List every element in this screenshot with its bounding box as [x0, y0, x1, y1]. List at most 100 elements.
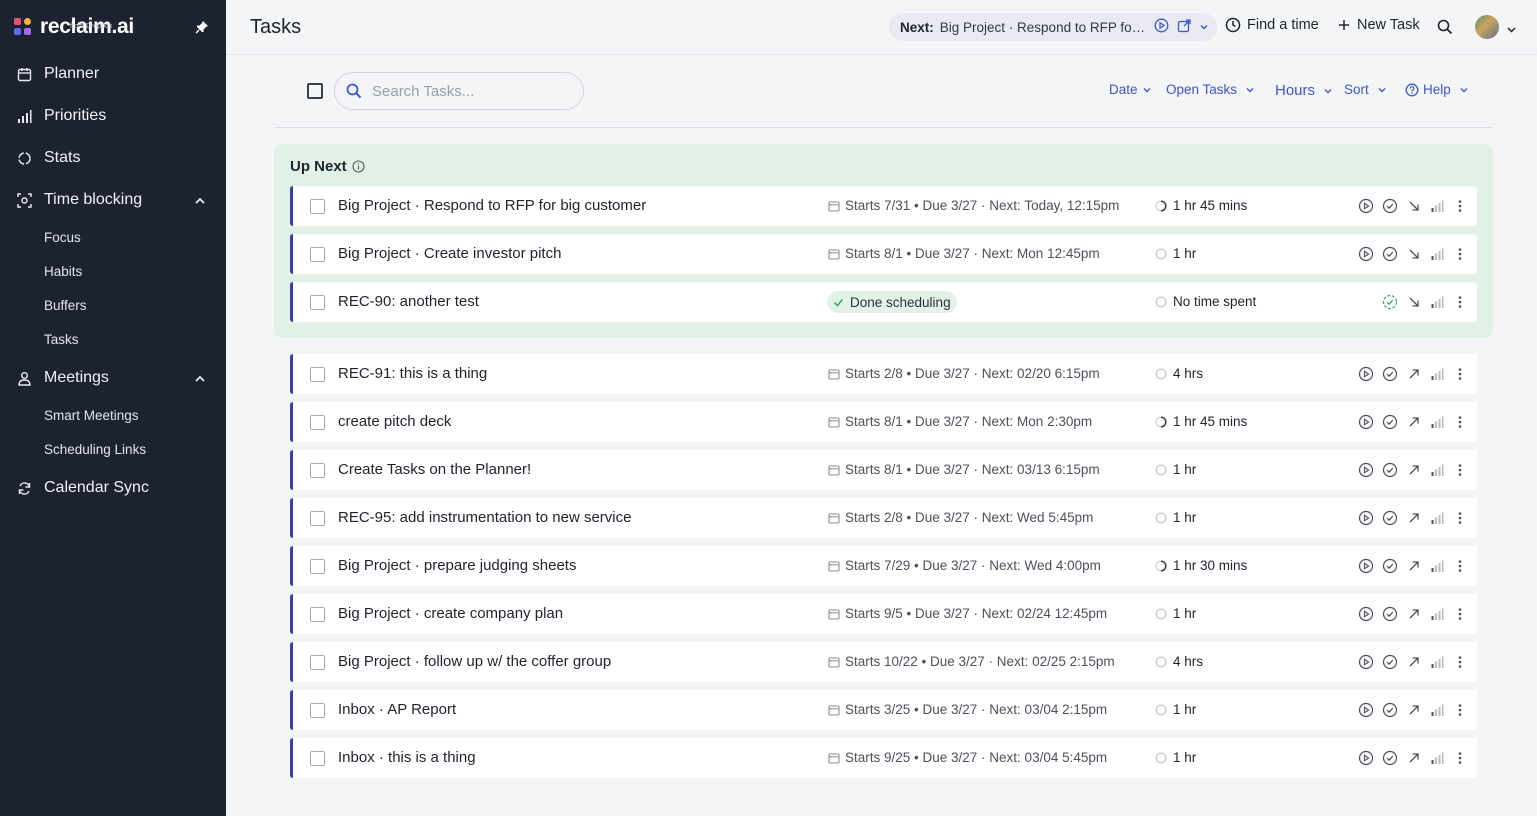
more-options-icon[interactable] — [1451, 365, 1469, 383]
task-title[interactable]: REC-91: this is a thing — [338, 365, 487, 382]
check-circle-icon[interactable] — [1381, 605, 1399, 623]
play-icon[interactable] — [1154, 18, 1169, 36]
select-all-checkbox[interactable] — [307, 83, 323, 99]
priority-bars-icon[interactable] — [1428, 605, 1446, 623]
task-checkbox[interactable] — [310, 655, 325, 670]
task-title[interactable]: Inbox · AP Report — [338, 701, 456, 718]
search-input[interactable] — [372, 82, 572, 100]
priority-bars-icon[interactable] — [1428, 557, 1446, 575]
sidebar-item-priorities[interactable]: Priorities — [0, 99, 226, 133]
priority-bars-icon[interactable] — [1428, 293, 1446, 311]
more-options-icon[interactable] — [1451, 509, 1469, 527]
arrow-up-right-icon[interactable] — [1405, 509, 1423, 527]
more-options-icon[interactable] — [1451, 701, 1469, 719]
check-circle-icon[interactable] — [1381, 701, 1399, 719]
task-row[interactable]: REC-90: another test Done scheduling No ti… — [290, 282, 1477, 322]
sidebar-sub-buffers[interactable]: Buffers — [44, 296, 87, 316]
arrow-up-right-icon[interactable] — [1405, 365, 1423, 383]
play-icon[interactable] — [1357, 245, 1375, 263]
arrow-up-right-icon[interactable] — [1405, 605, 1423, 623]
more-options-icon[interactable] — [1451, 461, 1469, 479]
avatar[interactable] — [1475, 15, 1499, 39]
sidebar-item-calendar-sync[interactable]: Calendar Sync — [0, 471, 226, 505]
pin-icon[interactable] — [194, 19, 210, 35]
task-checkbox[interactable] — [310, 295, 325, 310]
filter-open-tasks[interactable]: Open Tasks — [1166, 82, 1255, 97]
priority-bars-icon[interactable] — [1428, 749, 1446, 767]
filter-help[interactable]: Help — [1405, 82, 1469, 97]
task-title[interactable]: Big Project · prepare judging sheets — [338, 557, 576, 574]
play-icon[interactable] — [1357, 365, 1375, 383]
check-done-icon[interactable] — [1381, 293, 1399, 311]
more-options-icon[interactable] — [1451, 605, 1469, 623]
search-icon[interactable] — [1437, 19, 1453, 40]
arrow-up-right-icon[interactable] — [1405, 557, 1423, 575]
task-title[interactable]: create pitch deck — [338, 413, 451, 430]
sidebar-item-planner[interactable]: Planner — [0, 57, 226, 91]
play-icon[interactable] — [1357, 749, 1375, 767]
filter-sort[interactable]: Sort — [1344, 82, 1387, 97]
sidebar-item-stats[interactable]: Stats — [0, 141, 226, 175]
task-row[interactable]: Big Project · Respond to RFP for big cus… — [290, 186, 1477, 226]
chevron-down-icon[interactable] — [1506, 22, 1517, 40]
arrow-down-right-icon[interactable] — [1405, 245, 1423, 263]
arrow-up-right-icon[interactable] — [1405, 653, 1423, 671]
more-options-icon[interactable] — [1451, 749, 1469, 767]
task-checkbox[interactable] — [310, 463, 325, 478]
sidebar-item-time-blocking[interactable]: Time blocking — [0, 183, 226, 217]
task-checkbox[interactable] — [310, 703, 325, 718]
more-options-icon[interactable] — [1451, 293, 1469, 311]
arrow-down-right-icon[interactable] — [1405, 293, 1423, 311]
task-title[interactable]: Big Project · follow up w/ the coffer gr… — [338, 653, 611, 670]
more-options-icon[interactable] — [1451, 245, 1469, 263]
filter-date[interactable]: Date — [1109, 82, 1152, 97]
priority-bars-icon[interactable] — [1428, 701, 1446, 719]
priority-bars-icon[interactable] — [1428, 509, 1446, 527]
sidebar-sub-habits[interactable]: Habits — [44, 262, 82, 282]
arrow-up-right-icon[interactable] — [1405, 701, 1423, 719]
task-title[interactable]: Big Project · Create investor pitch — [338, 245, 561, 262]
task-title[interactable]: Create Tasks on the Planner! — [338, 461, 531, 478]
priority-bars-icon[interactable] — [1428, 245, 1446, 263]
check-circle-icon[interactable] — [1381, 557, 1399, 575]
arrow-up-right-icon[interactable] — [1405, 749, 1423, 767]
task-checkbox[interactable] — [310, 367, 325, 382]
play-icon[interactable] — [1357, 557, 1375, 575]
chevron-up-icon[interactable] — [194, 194, 206, 206]
task-row[interactable]: Create Tasks on the Planner! Starts 8/1 •… — [290, 450, 1477, 490]
task-row[interactable]: Big Project · Create investor pitch Start… — [290, 234, 1477, 274]
more-options-icon[interactable] — [1451, 653, 1469, 671]
task-row[interactable]: Big Project · create company plan Starts … — [290, 594, 1477, 634]
task-row[interactable]: create pitch deck Starts 8/1 • Due 3/27 ·… — [290, 402, 1477, 442]
priority-bars-icon[interactable] — [1428, 461, 1446, 479]
arrow-down-right-icon[interactable] — [1405, 197, 1423, 215]
next-task-pill[interactable]: Next: Big Project · Respond to RFP for b… — [889, 13, 1217, 41]
priority-bars-icon[interactable] — [1428, 365, 1446, 383]
check-circle-icon[interactable] — [1381, 245, 1399, 263]
check-circle-icon[interactable] — [1381, 413, 1399, 431]
task-title[interactable]: Big Project · Respond to RFP for big cus… — [338, 197, 646, 214]
task-row[interactable]: REC-91: this is a thing Starts 2/8 • Due … — [290, 354, 1477, 394]
open-external-icon[interactable] — [1177, 18, 1191, 36]
filter-hours[interactable]: Hours — [1275, 82, 1333, 99]
priority-bars-icon[interactable] — [1428, 413, 1446, 431]
task-checkbox[interactable] — [310, 511, 325, 526]
task-checkbox[interactable] — [310, 247, 325, 262]
check-circle-icon[interactable] — [1381, 365, 1399, 383]
check-circle-icon[interactable] — [1381, 461, 1399, 479]
play-icon[interactable] — [1357, 653, 1375, 671]
more-options-icon[interactable] — [1451, 197, 1469, 215]
play-icon[interactable] — [1357, 605, 1375, 623]
task-checkbox[interactable] — [310, 199, 325, 214]
priority-bars-icon[interactable] — [1428, 197, 1446, 215]
arrow-up-right-icon[interactable] — [1405, 461, 1423, 479]
play-icon[interactable] — [1357, 197, 1375, 215]
task-row[interactable]: Inbox · this is a thing Starts 9/25 • Due… — [290, 738, 1477, 778]
task-title[interactable]: REC-95: add instrumentation to new servi… — [338, 509, 631, 526]
play-icon[interactable] — [1357, 509, 1375, 527]
task-checkbox[interactable] — [310, 559, 325, 574]
task-row[interactable]: Big Project · follow up w/ the coffer gr… — [290, 642, 1477, 682]
task-title[interactable]: REC-90: another test — [338, 293, 479, 310]
find-time-button[interactable]: Find a time — [1225, 17, 1319, 33]
more-options-icon[interactable] — [1451, 557, 1469, 575]
